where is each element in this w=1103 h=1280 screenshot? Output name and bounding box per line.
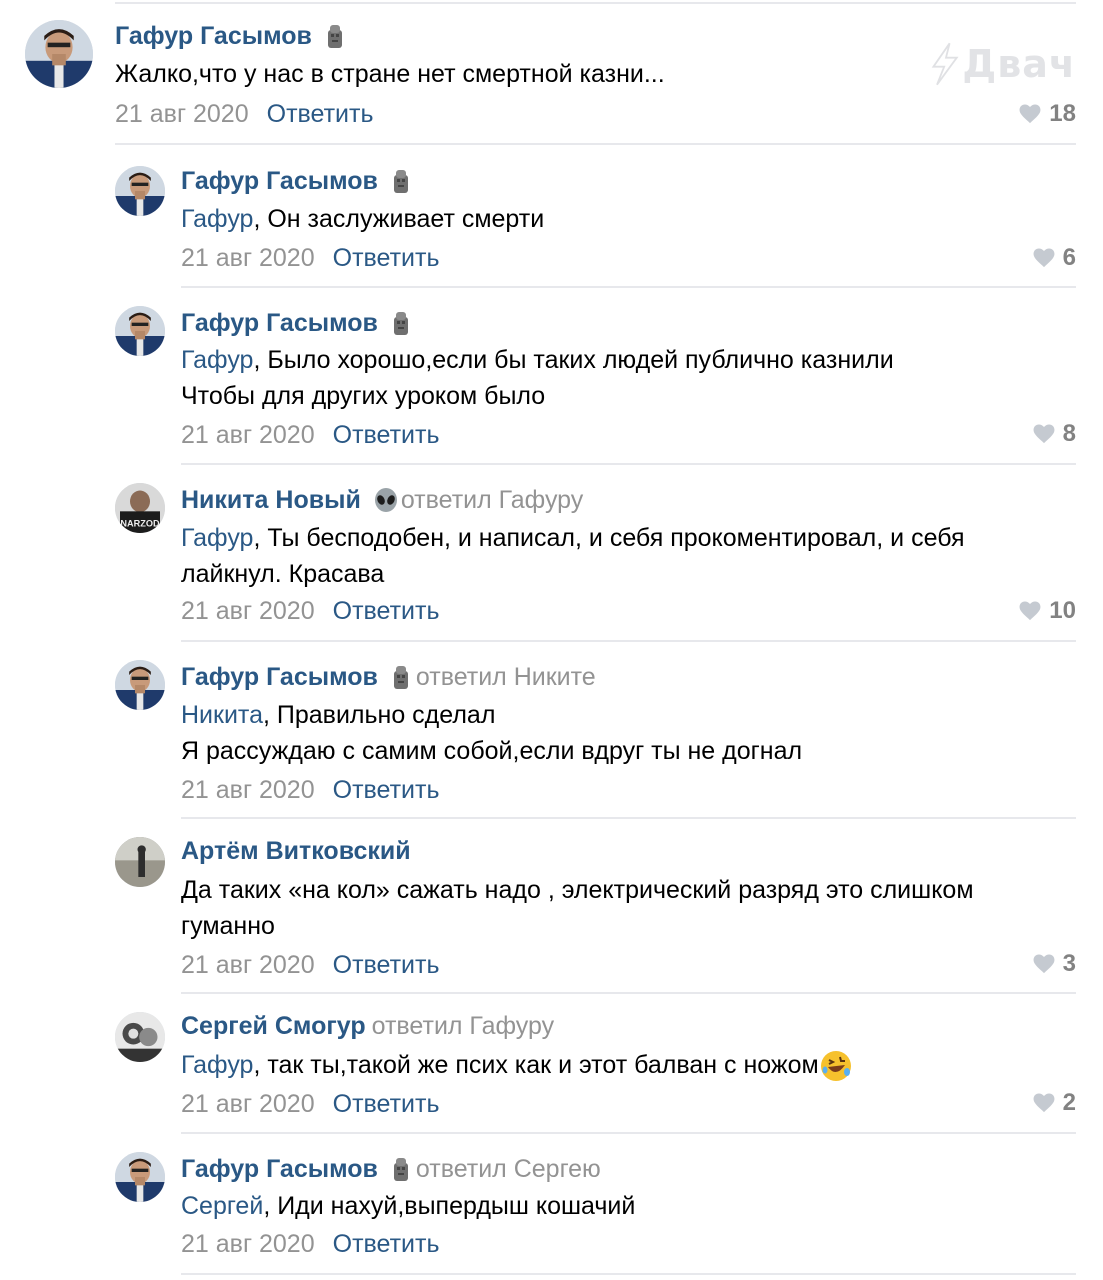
replied-to[interactable]: ответил Гафуру bbox=[401, 486, 584, 515]
comment-text: , Иди нахуй,выпердыш кошачий bbox=[263, 1192, 636, 1220]
statue-icon bbox=[392, 1157, 410, 1183]
watermark-text: Двач bbox=[962, 42, 1076, 86]
author-name[interactable]: Сергей Смогур bbox=[181, 1012, 366, 1041]
comment-date[interactable]: 21 авг 2020 bbox=[181, 597, 315, 625]
replied-to[interactable]: ответил Гафуру bbox=[372, 1012, 555, 1041]
author-name[interactable]: Никита Новый bbox=[181, 486, 361, 515]
comment-text-line2: Я рассуждаю с самим собой,если вдруг ты … bbox=[181, 737, 803, 765]
heart-icon bbox=[1033, 1093, 1055, 1113]
like-count: 2 bbox=[1062, 1089, 1076, 1116]
comment-date[interactable]: 21 авг 2020 bbox=[181, 1090, 315, 1118]
comment-date[interactable]: 21 авг 2020 bbox=[115, 100, 249, 128]
like-button[interactable]: 3 bbox=[1033, 950, 1076, 978]
alien-icon bbox=[373, 488, 399, 514]
lightning-icon bbox=[931, 42, 959, 86]
like-count: 8 bbox=[1062, 420, 1076, 447]
separator bbox=[181, 1132, 1076, 1134]
comment-date[interactable]: 21 авг 2020 bbox=[181, 951, 315, 979]
author-name[interactable]: Гафур Гасымов bbox=[115, 22, 312, 51]
like-button[interactable]: 10 bbox=[1019, 597, 1076, 625]
heart-icon bbox=[1019, 104, 1041, 124]
mention-link[interactable]: Никита bbox=[181, 701, 263, 729]
separator bbox=[181, 463, 1076, 465]
comment-text: Жалко,что у нас в стране нет смертной ка… bbox=[115, 60, 665, 88]
comment-text: , Было хорошо,если бы таких людей публич… bbox=[253, 346, 894, 374]
heart-icon bbox=[1033, 954, 1055, 974]
avatar[interactable] bbox=[115, 660, 165, 710]
avatar[interactable] bbox=[115, 1012, 165, 1062]
avatar[interactable] bbox=[115, 483, 165, 533]
comment-text: Да таких «на кол» сажать надо , электрич… bbox=[181, 876, 974, 904]
like-button[interactable]: 8 bbox=[1033, 420, 1076, 448]
reply-button[interactable]: Ответить bbox=[333, 1090, 440, 1118]
separator bbox=[181, 992, 1076, 994]
watermark: Двач bbox=[928, 36, 1076, 92]
avatar[interactable] bbox=[115, 166, 165, 216]
statue-icon bbox=[392, 169, 410, 195]
reply-button[interactable]: Ответить bbox=[333, 1230, 440, 1258]
rofl-emoji-icon bbox=[820, 1050, 852, 1082]
like-button[interactable]: 18 bbox=[1019, 100, 1076, 128]
top-separator bbox=[115, 2, 1076, 4]
avatar[interactable] bbox=[115, 306, 165, 356]
comment-text: , Он заслуживает смерти bbox=[253, 205, 545, 233]
comment-text: , Ты бесподобен, и написал, и себя проко… bbox=[253, 524, 965, 552]
comment-date[interactable]: 21 авг 2020 bbox=[181, 421, 315, 449]
avatar[interactable] bbox=[25, 20, 93, 88]
like-button[interactable]: 2 bbox=[1033, 1089, 1076, 1117]
like-count: 10 bbox=[1049, 597, 1076, 624]
author-name[interactable]: Гафур Гасымов bbox=[181, 309, 378, 338]
statue-icon bbox=[326, 24, 344, 50]
like-count: 6 bbox=[1062, 244, 1076, 271]
heart-icon bbox=[1033, 248, 1055, 268]
heart-icon bbox=[1019, 601, 1041, 621]
mention-link[interactable]: Гафур bbox=[181, 346, 253, 374]
reply-button[interactable]: Ответить bbox=[333, 421, 440, 449]
reply-button[interactable]: Ответить bbox=[333, 597, 440, 625]
author-name[interactable]: Гафур Гасымов bbox=[181, 663, 378, 692]
comment-text-line2: лайкнул. Красава bbox=[181, 560, 385, 588]
comment-date[interactable]: 21 авг 2020 bbox=[181, 244, 315, 272]
mention-link[interactable]: Гафур bbox=[181, 1051, 253, 1079]
separator bbox=[181, 640, 1076, 642]
comment-text-line2: Чтобы для других уроком было bbox=[181, 382, 546, 410]
separator bbox=[115, 143, 1076, 145]
replied-to[interactable]: ответил Никите bbox=[416, 663, 596, 692]
comment-date[interactable]: 21 авг 2020 bbox=[181, 776, 315, 804]
author-name[interactable]: Гафур Гасымов bbox=[181, 1155, 378, 1184]
like-count: 18 bbox=[1049, 100, 1076, 127]
reply-button[interactable]: Ответить bbox=[267, 100, 374, 128]
comment-date[interactable]: 21 авг 2020 bbox=[181, 1230, 315, 1258]
mention-link[interactable]: Сергей bbox=[181, 1192, 263, 1220]
avatar[interactable] bbox=[115, 837, 165, 887]
comment-text: , так ты,такой же псих как и этот балван… bbox=[253, 1051, 819, 1079]
replied-to[interactable]: ответил Сергею bbox=[416, 1155, 601, 1184]
reply-button[interactable]: Ответить bbox=[333, 951, 440, 979]
separator bbox=[181, 286, 1076, 288]
like-button[interactable]: 6 bbox=[1033, 244, 1076, 272]
comment-text-line2: гуманно bbox=[181, 912, 275, 940]
separator bbox=[181, 1273, 1076, 1275]
comment-text: , Правильно сделал bbox=[263, 701, 496, 729]
author-name[interactable]: Артём Витковский bbox=[181, 837, 411, 866]
avatar[interactable] bbox=[115, 1152, 165, 1202]
statue-icon bbox=[392, 665, 410, 691]
reply-button[interactable]: Ответить bbox=[333, 776, 440, 804]
author-name[interactable]: Гафур Гасымов bbox=[181, 167, 378, 196]
like-count: 3 bbox=[1062, 950, 1076, 977]
heart-icon bbox=[1033, 424, 1055, 444]
mention-link[interactable]: Гафур bbox=[181, 205, 253, 233]
reply-button[interactable]: Ответить bbox=[333, 244, 440, 272]
mention-link[interactable]: Гафур bbox=[181, 524, 253, 552]
statue-icon bbox=[392, 311, 410, 337]
separator bbox=[181, 817, 1076, 819]
